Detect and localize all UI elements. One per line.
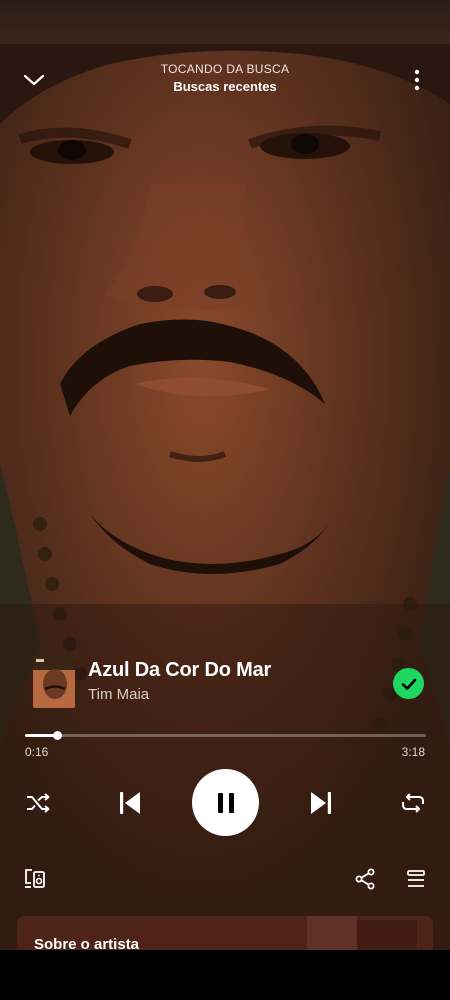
progress-bar[interactable] [25,731,426,740]
playing-context[interactable]: TOCANDO DA BUSCA Buscas recentes [100,62,350,94]
queue-button[interactable] [402,864,430,894]
status-bar [0,0,450,44]
previous-button[interactable] [112,785,148,821]
connect-devices-icon [25,869,45,888]
album-thumbnail[interactable] [33,656,75,708]
shuffle-icon [27,793,50,813]
track-artist[interactable]: Tim Maia [88,686,149,703]
progress-handle[interactable] [52,731,62,740]
chevron-down-icon [23,74,45,86]
connect-devices-button[interactable] [20,864,50,894]
play-pause-button[interactable] [192,769,259,836]
check-icon [401,678,416,690]
repeat-icon [402,793,424,813]
more-vertical-icon [414,69,420,91]
queue-icon [407,870,425,887]
more-options-button[interactable] [397,60,437,100]
shuffle-button[interactable] [21,788,55,818]
liked-toggle-button[interactable] [393,668,424,699]
repeat-button[interactable] [396,788,430,818]
track-title[interactable]: Azul Da Cor Do Mar [88,659,271,682]
about-artist-label: Sobre o artista [34,936,140,950]
now-playing-screen: TOCANDO DA BUSCA Buscas recentes Azul Da… [0,0,450,950]
about-artist-card[interactable]: Sobre o artista [17,916,433,950]
context-name: Buscas recentes [173,79,277,94]
album-cover-image [33,656,75,708]
collapse-button[interactable] [14,60,54,100]
share-icon [355,868,375,890]
skip-previous-icon [120,792,140,814]
system-navigation-bar [0,950,450,1000]
context-label: TOCANDO DA BUSCA [160,62,290,76]
current-time: 0:16 [25,745,49,759]
player-header: TOCANDO DA BUSCA Buscas recentes [0,60,450,104]
next-button[interactable] [303,785,339,821]
pause-icon [217,792,234,813]
share-button[interactable] [350,864,380,894]
skip-next-icon [311,792,331,814]
total-time: 3:18 [401,745,425,759]
